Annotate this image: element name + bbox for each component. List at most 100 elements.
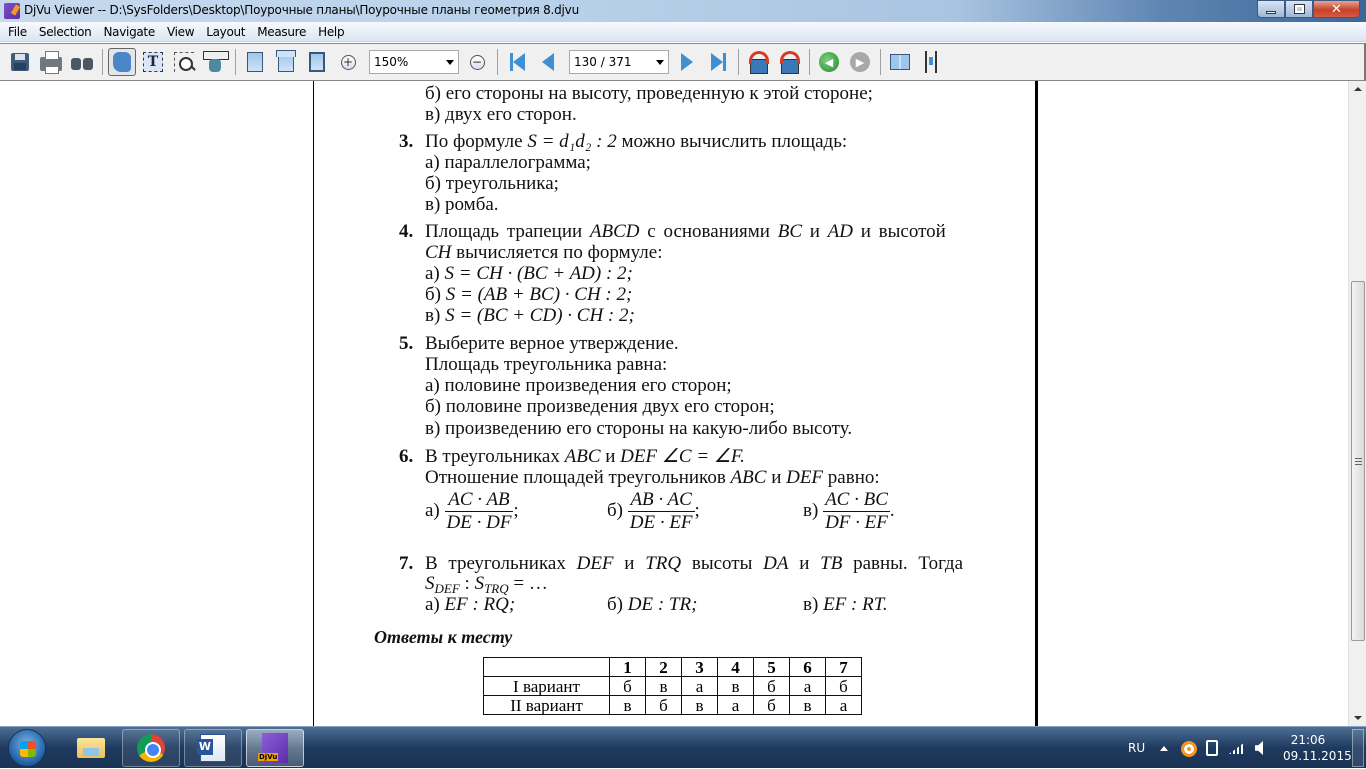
- save-button[interactable]: [6, 48, 34, 76]
- vertical-scrollbar[interactable]: [1348, 81, 1366, 726]
- q7-and2: и: [788, 553, 821, 574]
- restore-button[interactable]: [1285, 0, 1313, 18]
- zoom-select-icon: [174, 52, 194, 72]
- page-edge-left: [313, 81, 314, 726]
- q7-s2: S: [474, 573, 485, 594]
- table-cell: в: [645, 676, 682, 696]
- q7-ratio-end: = …: [508, 573, 548, 594]
- q6a-fraction: AC · AB DE · DF: [444, 489, 514, 534]
- zoom-in-button[interactable]: +: [334, 48, 362, 76]
- hand-tool-button[interactable]: [108, 48, 136, 76]
- menu-layout[interactable]: Layout: [200, 25, 251, 39]
- q7b-label: б): [607, 594, 628, 615]
- q7-text: В треугольниках DEF и TRQ высоты DA и TB…: [425, 553, 963, 574]
- q6-text-pre: В треугольниках: [425, 446, 565, 467]
- forward-button[interactable]: ▶: [846, 48, 874, 76]
- network-signal-icon[interactable]: [1229, 742, 1245, 754]
- menu-help[interactable]: Help: [312, 25, 350, 39]
- scroll-up-arrow-icon[interactable]: [1354, 87, 1362, 91]
- rotate-right-button[interactable]: [775, 48, 803, 76]
- taskbar-djvu-viewer[interactable]: [246, 729, 304, 767]
- q6-abc: ABC: [564, 446, 601, 467]
- zoom-select-button[interactable]: [170, 48, 198, 76]
- answers-table-header: 1 2 3 4 5 6 7: [483, 657, 862, 677]
- q5-option-c: в) произведению его стороны на какую-либ…: [425, 418, 853, 439]
- chevron-down-icon: [656, 60, 664, 65]
- taskbar-explorer[interactable]: [62, 729, 120, 767]
- menu-file[interactable]: File: [2, 25, 33, 39]
- show-hidden-icons-icon[interactable]: [1160, 746, 1168, 751]
- print-button[interactable]: [37, 48, 65, 76]
- antivirus-icon[interactable]: [1181, 741, 1197, 757]
- text-select-button[interactable]: T: [139, 48, 167, 76]
- ruler-measure-button[interactable]: [201, 48, 229, 76]
- single-page-button[interactable]: [241, 48, 269, 76]
- prev-page-button[interactable]: [534, 48, 562, 76]
- scroll-down-arrow-icon[interactable]: [1354, 716, 1362, 720]
- taskbar-chrome[interactable]: [122, 729, 180, 767]
- rotate-left-button[interactable]: [744, 48, 772, 76]
- menu-view[interactable]: View: [161, 25, 200, 39]
- document-viewport[interactable]: б) его стороны на высоту, проведенную к …: [0, 81, 1348, 726]
- header-cell: 7: [825, 657, 862, 677]
- fit-page-button[interactable]: [303, 48, 331, 76]
- q6-sub-and: и: [766, 467, 787, 488]
- last-page-button[interactable]: [704, 48, 732, 76]
- clock[interactable]: 21:06 09.11.2015: [1283, 732, 1352, 764]
- q4-number: 4.: [399, 221, 414, 242]
- language-indicator[interactable]: RU: [1128, 727, 1145, 769]
- zoom-out-icon: −: [469, 54, 485, 70]
- zoom-out-button[interactable]: −: [463, 48, 491, 76]
- q6c-denominator: DF · EF: [825, 512, 888, 533]
- q4-and: и: [802, 221, 828, 242]
- q4c-formula: S = (BC + CD) · CH : 2;: [445, 305, 635, 326]
- power-icon[interactable]: [1206, 740, 1218, 756]
- facing-pages-button[interactable]: [886, 48, 914, 76]
- row-label: I вариант: [483, 676, 610, 696]
- q3-option-a: а) параллелограмма;: [425, 152, 591, 173]
- next-page-button[interactable]: [673, 48, 701, 76]
- q3-text-post: можно вычислить площадь:: [616, 131, 848, 152]
- q7-post: равны. Тогда: [842, 553, 964, 574]
- continuous-layout-button[interactable]: [917, 48, 945, 76]
- start-button[interactable]: [8, 729, 46, 767]
- q6a-numerator: AC · AB: [444, 489, 514, 512]
- djvu-app-icon: [4, 3, 20, 19]
- first-page-button[interactable]: [503, 48, 531, 76]
- q5-text: Выберите верное утверждение.: [425, 333, 679, 354]
- scroll-thumb[interactable]: [1351, 281, 1365, 641]
- table-cell: б: [753, 695, 790, 715]
- continuous-icon: [925, 51, 937, 73]
- q5-number: 5.: [399, 333, 414, 354]
- q3-text-pre: По формуле: [425, 131, 528, 152]
- q4-option-b: б) S = (AB + BC) · CH : 2;: [425, 284, 632, 305]
- close-button[interactable]: ✕: [1313, 0, 1360, 18]
- table-cell: а: [681, 676, 718, 696]
- rotate-right-icon: [778, 51, 800, 74]
- q3-option-b: б) треугольника;: [425, 173, 559, 194]
- menu-measure[interactable]: Measure: [251, 25, 312, 39]
- volume-icon[interactable]: [1255, 741, 1263, 755]
- q6-sub-pre: Отношение площадей треугольников: [425, 467, 731, 488]
- facing-pages-icon: [890, 54, 910, 70]
- grip-icon: [1355, 458, 1362, 465]
- header-cell: 5: [753, 657, 790, 677]
- page-number-select[interactable]: 130 / 371: [569, 50, 669, 74]
- q4c-label: в): [425, 305, 446, 326]
- menu-selection[interactable]: Selection: [33, 25, 98, 39]
- find-button[interactable]: [68, 48, 96, 76]
- hand-tool-icon: [113, 52, 131, 72]
- taskbar-word[interactable]: [184, 729, 242, 767]
- q7-option-c: в) EF : RT.: [803, 594, 888, 615]
- two-page-button[interactable]: [272, 48, 300, 76]
- q7c-label: в): [803, 594, 824, 615]
- back-button[interactable]: ◀: [815, 48, 843, 76]
- chevron-down-icon: [446, 60, 454, 65]
- zoom-level-select[interactable]: 150%: [369, 50, 459, 74]
- menu-navigate[interactable]: Navigate: [98, 25, 161, 39]
- show-desktop-button[interactable]: [1352, 729, 1364, 767]
- taskbar: RU 21:06 09.11.2015: [0, 726, 1366, 768]
- q6c-numerator: AC · BC: [823, 489, 890, 512]
- minimize-button[interactable]: [1257, 0, 1285, 18]
- q5-option-b: б) половине произведения двух его сторон…: [425, 396, 775, 417]
